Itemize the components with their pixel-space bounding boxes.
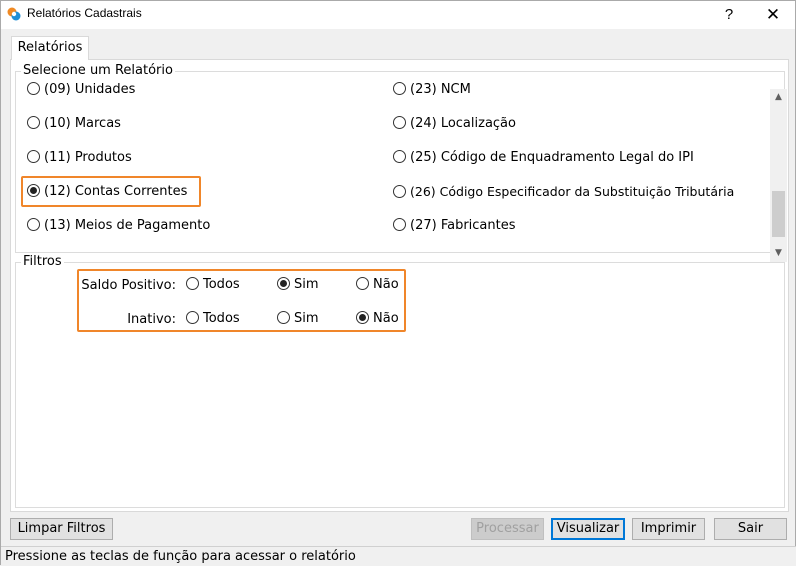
close-icon: ✕	[765, 5, 781, 24]
report-option-label: (25) Código de Enquadramento Legal do IP…	[410, 150, 694, 165]
report-selection-group: Selecione um Relatório (09) Unidades (10…	[15, 63, 787, 262]
filters-group: Filtros Saldo Positivo: Todos Sim Não In…	[15, 254, 785, 508]
imprimir-button[interactable]: Imprimir	[632, 518, 705, 540]
report-dialog: Relatórios Cadastrais ? ✕ Relatórios Sel…	[0, 0, 796, 566]
report-list-scrollbar[interactable]: ▲ ▼	[770, 89, 787, 262]
report-option-label: (26) Código Especificador da Substituiçã…	[410, 184, 735, 199]
report-option-label: (27) Fabricantes	[410, 218, 516, 233]
radio-button[interactable]	[393, 116, 406, 129]
report-option-27[interactable]: (27) Fabricantes	[393, 216, 516, 236]
visualizar-button[interactable]: Visualizar	[551, 518, 625, 540]
radio-button[interactable]	[27, 150, 40, 163]
scroll-thumb[interactable]	[772, 191, 785, 237]
radio-button[interactable]	[27, 218, 40, 231]
selected-report-highlight	[21, 176, 201, 207]
report-group-legend: Selecione um Relatório	[21, 63, 175, 79]
tab-relatorios[interactable]: Relatórios	[11, 36, 89, 60]
report-option-10[interactable]: (10) Marcas	[27, 114, 121, 134]
report-option-label: (13) Meios de Pagamento	[44, 218, 211, 233]
tab-panel: Selecione um Relatório (09) Unidades (10…	[10, 59, 789, 512]
report-option-13[interactable]: (13) Meios de Pagamento	[27, 216, 210, 236]
window-title: Relatórios Cadastrais	[27, 6, 142, 20]
processar-button[interactable]: Processar	[471, 518, 544, 540]
report-option-label: (09) Unidades	[44, 82, 136, 97]
app-logo-icon	[7, 7, 21, 21]
title-bar: Relatórios Cadastrais ? ✕	[1, 1, 795, 29]
report-option-label: (23) NCM	[410, 82, 471, 97]
radio-button[interactable]	[27, 82, 40, 95]
report-option-26[interactable]: (26) Código Especificador da Substituiçã…	[393, 182, 734, 202]
report-option-label: (11) Produtos	[44, 150, 132, 165]
report-option-09[interactable]: (09) Unidades	[27, 80, 135, 100]
report-option-25[interactable]: (25) Código de Enquadramento Legal do IP…	[393, 148, 694, 168]
scroll-down-icon[interactable]: ▼	[770, 245, 787, 262]
filters-group-legend: Filtros	[21, 254, 64, 270]
radio-button[interactable]	[393, 82, 406, 95]
help-button[interactable]: ?	[707, 1, 751, 29]
report-option-24[interactable]: (24) Localização	[393, 114, 516, 134]
scroll-up-icon[interactable]: ▲	[770, 89, 787, 106]
limpar-filtros-button[interactable]: Limpar Filtros	[10, 518, 113, 540]
radio-button[interactable]	[393, 150, 406, 163]
radio-button[interactable]	[27, 116, 40, 129]
radio-button[interactable]	[393, 185, 406, 198]
report-option-label: (10) Marcas	[44, 116, 121, 131]
filters-highlight	[77, 269, 406, 332]
report-option-11[interactable]: (11) Produtos	[27, 148, 132, 168]
report-option-23[interactable]: (23) NCM	[393, 80, 471, 100]
sair-button[interactable]: Sair	[714, 518, 787, 540]
status-bar: Pressione as teclas de função para acess…	[1, 546, 796, 566]
radio-button[interactable]	[393, 218, 406, 231]
report-option-label: (24) Localização	[410, 116, 516, 131]
close-button[interactable]: ✕	[751, 1, 795, 29]
